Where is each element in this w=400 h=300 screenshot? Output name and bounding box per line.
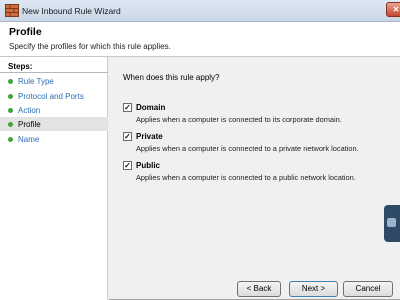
- step-action[interactable]: Action: [0, 103, 108, 117]
- domain-label[interactable]: Domain: [136, 103, 165, 112]
- title-bar: New Inbound Rule Wizard ✕: [0, 0, 400, 22]
- public-description: Applies when a computer is connected to …: [136, 173, 356, 182]
- option-public: ✓ Public Applies when a computer is conn…: [123, 160, 393, 184]
- step-complete-icon: [8, 108, 13, 113]
- wizard-header: Profile Specify the profiles for which t…: [0, 22, 400, 57]
- page-title: Profile: [9, 26, 42, 38]
- step-pending-icon: [8, 137, 13, 142]
- page-subtitle: Specify the profiles for which this rule…: [9, 42, 171, 51]
- step-rule-type[interactable]: Rule Type: [0, 74, 108, 88]
- step-label: Rule Type: [18, 77, 54, 86]
- step-label: Action: [18, 106, 41, 115]
- public-label[interactable]: Public: [136, 161, 160, 170]
- question-label: When does this rule apply?: [123, 73, 220, 82]
- step-label: Profile: [18, 120, 41, 129]
- steps-title: Steps:: [8, 62, 33, 71]
- step-complete-icon: [8, 79, 13, 84]
- step-name[interactable]: Name: [0, 132, 108, 146]
- step-profile[interactable]: Profile: [0, 117, 108, 131]
- public-checkbox[interactable]: ✓: [123, 161, 132, 170]
- private-label[interactable]: Private: [136, 132, 163, 141]
- step-current-icon: [8, 122, 13, 127]
- domain-checkbox[interactable]: ✓: [123, 103, 132, 112]
- private-description: Applies when a computer is connected to …: [136, 144, 359, 153]
- option-domain: ✓ Domain Applies when a computer is conn…: [123, 102, 393, 126]
- step-label: Protocol and Ports: [18, 92, 84, 101]
- domain-description: Applies when a computer is connected to …: [136, 115, 342, 124]
- sidebar-gadget-icon[interactable]: [384, 205, 400, 242]
- next-button[interactable]: Next >: [289, 281, 338, 297]
- steps-divider: [0, 72, 108, 73]
- step-label: Name: [18, 135, 40, 144]
- back-button[interactable]: < Back: [237, 281, 281, 297]
- step-protocol-and-ports[interactable]: Protocol and Ports: [0, 89, 108, 103]
- cancel-button[interactable]: Cancel: [343, 281, 393, 297]
- step-complete-icon: [8, 94, 13, 99]
- firewall-icon: [5, 4, 19, 17]
- steps-panel: Steps: Rule Type Protocol and Ports Acti…: [0, 57, 108, 300]
- close-button[interactable]: ✕: [386, 2, 400, 17]
- gadget-glyph-icon: [387, 218, 396, 227]
- option-private: ✓ Private Applies when a computer is con…: [123, 131, 393, 155]
- main-content: When does this rule apply? ✓ Domain Appl…: [109, 57, 400, 300]
- private-checkbox[interactable]: ✓: [123, 132, 132, 141]
- window-title: New Inbound Rule Wizard: [22, 6, 121, 16]
